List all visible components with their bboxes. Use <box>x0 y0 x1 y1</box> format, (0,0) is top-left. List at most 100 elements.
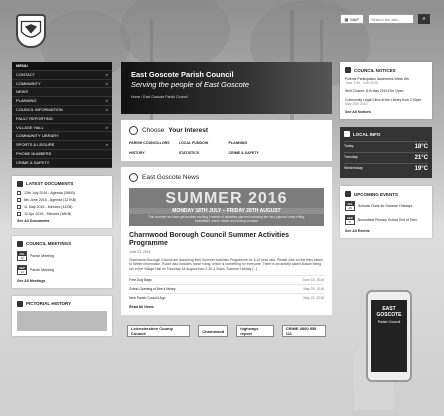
event-item[interactable]: SEP 5 Broomfield Primary School End of Te… <box>345 215 427 226</box>
main-menu: MENU CONTACT > COMMUNITY > NEWS PLANNING > … <box>12 62 112 168</box>
panel-title: PICTORIAL HISTORY <box>26 301 72 307</box>
chevron-right-icon: > <box>105 106 108 112</box>
partner-logo[interactable]: Charnwood <box>198 325 229 338</box>
crest-icon <box>20 20 42 38</box>
panel-title: LOCAL INFO <box>353 131 381 137</box>
menu-item-sports-leisure[interactable]: SPORTS & LEISURE > <box>12 141 112 150</box>
weather-row: Tuesday 21°C <box>344 152 428 163</box>
chevron-right-icon: > <box>105 124 108 130</box>
menu-item-community-library[interactable]: COMMUNITY LIBRARY <box>12 132 112 142</box>
map-icon: ▦ <box>344 16 349 22</box>
news-item[interactable]: New Parish Council App May 22, 2016 <box>129 293 324 302</box>
image-icon <box>17 300 23 307</box>
see-all-meetings-link[interactable]: See All Meetings <box>17 279 107 283</box>
news-list: Free Dog Bags June 18, 2016 Grand Opening… <box>129 275 324 302</box>
file-icon <box>17 204 21 209</box>
partner-logo[interactable]: CRIME 0800 555 111 <box>281 325 327 338</box>
document-link[interactable]: 13th July 2016 - Agenda (36KB) <box>17 190 107 195</box>
notice-item[interactable]: Polemir Participation Awareness Week 8th… <box>345 77 427 85</box>
map-button[interactable]: ▦ MAP <box>339 14 364 24</box>
menu-item-crime-safety[interactable]: CRIME & SAFETY <box>12 159 112 168</box>
date-badge: SEP 5 <box>345 215 355 226</box>
calendar-icon <box>17 240 23 247</box>
card-title-bold: Your Interest <box>168 127 209 134</box>
summer-banner[interactable]: SUMMER 2016 MONDAY 18TH JULY – FRIDAY 26… <box>129 188 324 226</box>
chevron-right-icon: > <box>105 98 108 104</box>
news-item[interactable]: Free Dog Bags June 18, 2016 <box>129 275 324 284</box>
phone-screen: EAST GOSCOTE Parish Council <box>371 300 407 372</box>
notice-item[interactable]: Community Legal Clinic at the Library fr… <box>345 98 427 106</box>
menu-item-planning[interactable]: PLANNING > <box>12 97 112 106</box>
panel-title: UPCOMING EVENTS <box>354 191 399 197</box>
interest-link-history[interactable]: HISTORY <box>129 151 175 155</box>
see-all-documents-link[interactable]: See All Documents <box>17 219 107 223</box>
chevron-right-icon: > <box>105 142 108 148</box>
article-title[interactable]: Charnwood Borough Council Summer Activit… <box>129 232 324 248</box>
menu-item-news[interactable]: NEWS <box>12 88 112 98</box>
main-content: East Goscote Parish Council Serving the … <box>121 62 332 341</box>
date-badge: JUL 13 <box>17 250 27 261</box>
latest-documents-panel: LATEST DOCUMENTS 13th July 2016 - Agenda… <box>12 175 112 228</box>
choose-interest-card: Choose Your Interest PARISH COUNCILLORS … <box>121 120 332 161</box>
site-title: East Goscote Parish Council <box>131 70 234 79</box>
menu-item-village-hall[interactable]: VILLAGE HALL > <box>12 124 112 133</box>
see-all-events-link[interactable]: See All Events <box>345 229 427 233</box>
phone-app-promo[interactable]: EAST GOSCOTE Parish Council <box>366 290 412 382</box>
search-input[interactable] <box>368 14 414 24</box>
article-date: June 23, 2016 <box>129 250 151 254</box>
interest-link-statistics[interactable]: STATISTICS <box>179 151 225 155</box>
left-column: MENU CONTACT > COMMUNITY > NEWS PLANNING > … <box>12 62 112 336</box>
news-item[interactable]: Grand Opening of Bee's library May 29, 20… <box>129 284 324 293</box>
right-column: COUNCIL NOTICES Polemir Participation Aw… <box>340 62 432 239</box>
breadcrumb[interactable]: Home / East Goscote Parish Council <box>131 95 322 99</box>
document-link[interactable]: 11 May 2016 - Minutes (41KB) <box>17 204 107 209</box>
interest-link-planning[interactable]: PLANNING <box>229 141 275 145</box>
meeting-item[interactable]: SEP 14 Parish Meeting <box>17 264 107 275</box>
menu-item-phone-numbers[interactable]: PHONE NUMBERS <box>12 150 112 159</box>
history-photo <box>17 310 107 331</box>
info-icon <box>344 131 350 138</box>
panel-title: COUNCIL MEETINGS <box>26 241 72 247</box>
partner-logo[interactable]: highways report <box>236 325 274 338</box>
menu-item-contact[interactable]: CONTACT > <box>12 71 112 80</box>
file-icon <box>17 211 21 216</box>
calendar-icon <box>345 191 351 198</box>
menu-item-council-information[interactable]: COUNCIL INFORMATION > <box>12 106 112 115</box>
partner-logos: Leicestershire County Council Charnwood … <box>121 321 332 341</box>
menu-item-fault-reporting[interactable]: FAULT REPORTING <box>12 115 112 124</box>
council-crest-logo[interactable] <box>16 14 46 48</box>
document-link[interactable]: 8th June 2016 - Agenda (127KB) <box>17 197 107 202</box>
document-link[interactable]: 12 Apr 2016 - Minutes (38KB) <box>17 211 107 216</box>
notice-item[interactable]: Wolf Closure 11th May 2016 Fire Open <box>345 89 427 93</box>
interest-link-parish-councillors[interactable]: PARISH COUNCILLORS <box>129 141 175 145</box>
search-button[interactable]: ⌕ <box>418 14 430 24</box>
see-all-notices-link[interactable]: See All Notices <box>345 110 427 114</box>
council-meetings-panel: COUNCIL MEETINGS JUL 13 Parish Meeting SE… <box>12 235 112 288</box>
top-bar: ▦ MAP ⌕ <box>339 14 430 24</box>
interest-link-crime-safety[interactable]: CRIME & SAFETY <box>229 151 275 155</box>
weather-row: Today 18°C <box>344 141 428 152</box>
panel-title: COUNCIL NOTICES <box>354 67 396 73</box>
date-badge: JUL 25 <box>345 201 355 212</box>
file-icon <box>17 197 21 202</box>
weather-row: Wednesday 19°C <box>344 163 428 174</box>
menu-heading: MENU <box>12 62 112 71</box>
upcoming-events-panel: UPCOMING EVENTS JUL 25 Schools Close for … <box>340 186 432 239</box>
meeting-item[interactable]: JUL 13 Parish Meeting <box>17 250 107 261</box>
pictorial-history-panel[interactable]: PICTORIAL HISTORY <box>12 295 112 336</box>
news-card: East Goscote News SUMMER 2016 MONDAY 18T… <box>121 167 332 316</box>
event-item[interactable]: JUL 25 Schools Close for Summer Holidays <box>345 201 427 212</box>
interest-link-local-fundow[interactable]: LOCAL FUNDOW <box>179 141 225 145</box>
partner-logo[interactable]: Leicestershire County Council <box>127 325 191 338</box>
chevron-right-icon: > <box>105 71 108 77</box>
panel-title: LATEST DOCUMENTS <box>26 181 74 187</box>
local-info-panel: LOCAL INFO Today 18°C Tuesday 21°C Wednesd… <box>340 127 432 179</box>
read-all-news-link[interactable]: Read All News <box>129 305 324 309</box>
menu-item-community[interactable]: COMMUNITY > <box>12 80 112 89</box>
file-icon <box>17 190 21 195</box>
chevron-right-icon: > <box>105 80 108 86</box>
site-tagline: Serving the people of East Goscote <box>131 80 249 89</box>
date-badge: SEP 14 <box>17 264 27 275</box>
document-icon <box>17 180 23 187</box>
card-title-plain: Choose <box>142 127 165 134</box>
